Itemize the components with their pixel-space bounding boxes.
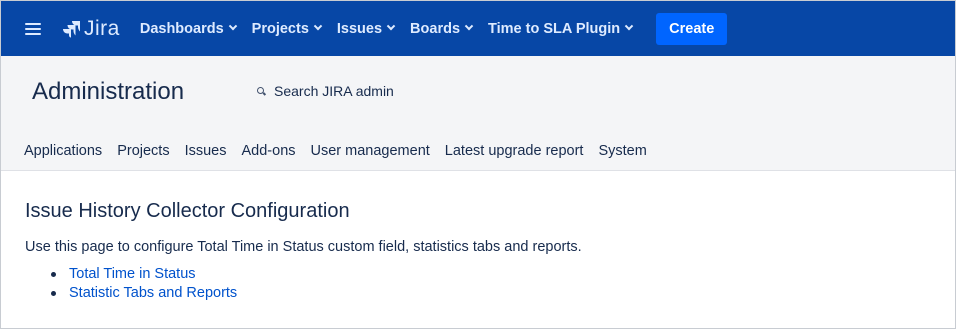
search-icon (257, 86, 266, 96)
tab-issues[interactable]: Issues (185, 143, 227, 159)
tab-system[interactable]: System (598, 143, 646, 159)
create-button[interactable]: Create (656, 12, 728, 45)
statistic-tabs-and-reports-link[interactable]: Statistic Tabs and Reports (69, 285, 237, 301)
list-item: Total Time in Status (51, 266, 925, 282)
chevron-down-icon (228, 21, 237, 30)
top-navigation-bar: Jira Dashboards Projects Issues Boards T… (1, 1, 955, 56)
tab-projects[interactable]: Projects (117, 143, 169, 159)
admin-search[interactable]: Search JIRA admin (257, 83, 394, 99)
nav-time-to-sla-plugin[interactable]: Time to SLA Plugin (488, 20, 634, 37)
tab-user-management[interactable]: User management (311, 143, 430, 159)
nav-projects-label: Projects (251, 20, 309, 37)
jira-logo[interactable]: Jira (63, 17, 120, 41)
chevron-down-icon (464, 21, 474, 30)
chevron-down-icon (386, 21, 396, 30)
nav-issues[interactable]: Issues (336, 20, 396, 37)
main-content: Issue History Collector Configuration Us… (25, 200, 925, 304)
tab-applications[interactable]: Applications (24, 143, 102, 159)
nav-issues-label: Issues (336, 20, 383, 37)
nav-boards-label: Boards (410, 20, 461, 37)
admin-tabs: Applications Projects Issues Add-ons Use… (24, 143, 662, 159)
tab-add-ons[interactable]: Add-ons (242, 143, 296, 159)
hamburger-menu-icon[interactable] (25, 22, 41, 35)
nav-dashboards[interactable]: Dashboards (139, 20, 237, 37)
admin-search-placeholder: Search JIRA admin (274, 83, 394, 99)
chevron-down-icon (313, 21, 323, 30)
nav-boards[interactable]: Boards (410, 20, 474, 37)
total-time-in-status-link[interactable]: Total Time in Status (69, 266, 196, 282)
section-heading: Issue History Collector Configuration (25, 200, 350, 222)
nav-dashboards-label: Dashboards (139, 20, 224, 37)
bullet-icon (51, 271, 56, 277)
page-title: Administration (32, 78, 185, 105)
nav-projects[interactable]: Projects (251, 20, 323, 37)
chevron-down-icon (624, 21, 634, 30)
tab-latest-upgrade-report[interactable]: Latest upgrade report (445, 143, 584, 159)
nav-time-to-sla-plugin-label: Time to SLA Plugin (488, 20, 621, 37)
page-description: Use this page to configure Total Time in… (25, 239, 582, 255)
config-links-list: Total Time in Status Statistic Tabs and … (51, 266, 925, 301)
list-item: Statistic Tabs and Reports (51, 285, 925, 301)
nav-menu: Dashboards Projects Issues Boards Time t… (139, 12, 728, 45)
bullet-icon (51, 290, 56, 296)
jira-logo-icon (63, 20, 80, 37)
jira-logo-text: Jira (84, 16, 120, 40)
admin-header: Administration Search JIRA admin Applica… (1, 56, 955, 171)
